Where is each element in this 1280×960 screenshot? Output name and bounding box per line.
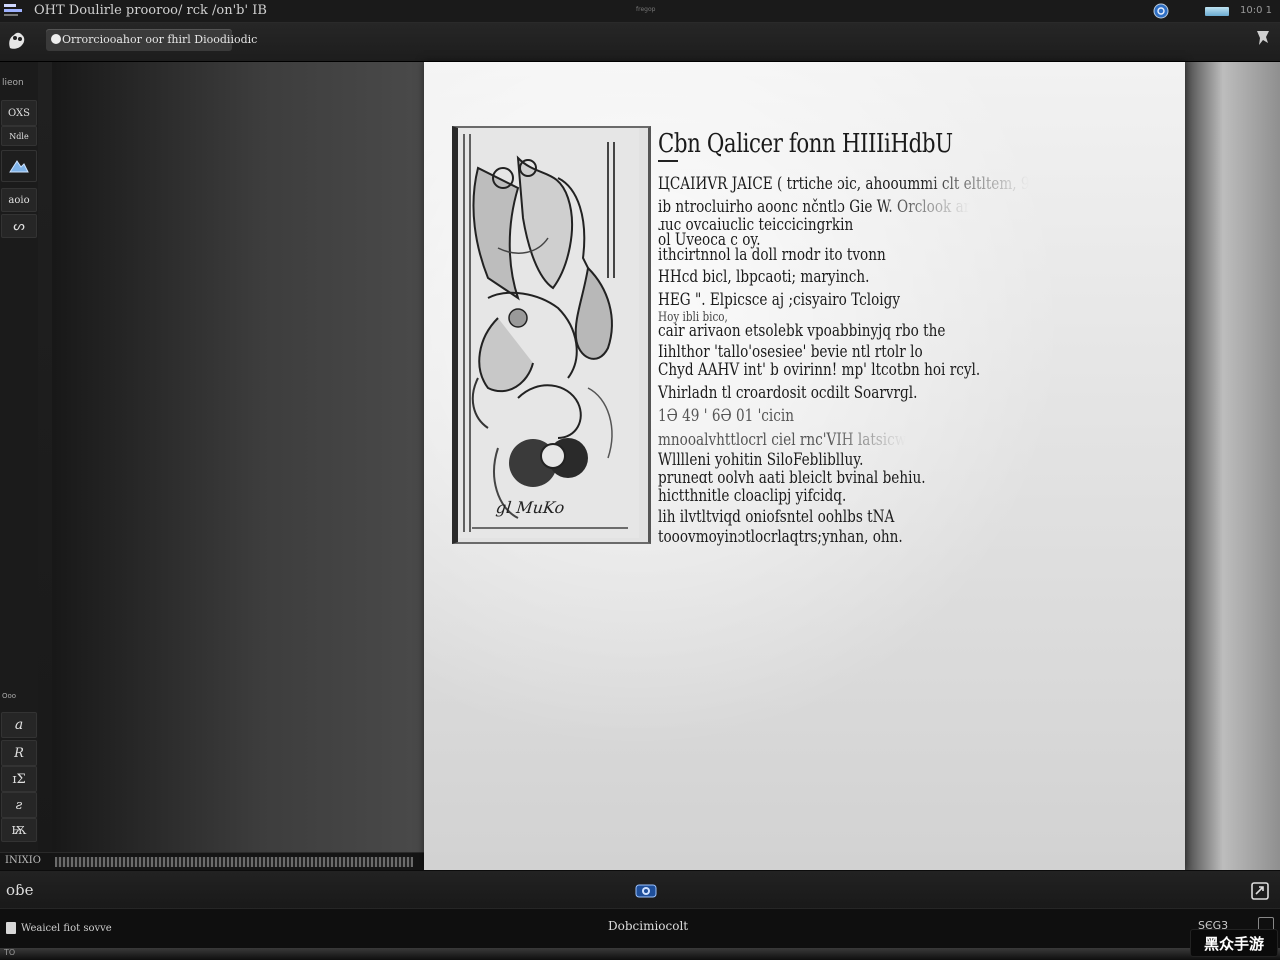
ruler-strip: INIXIO — [0, 852, 424, 871]
sidebar-button-4[interactable]: aoio — [1, 188, 37, 212]
body-line: Chyd AAHV int' b ovirinn! mp' ltcotbn ho… — [658, 360, 981, 380]
document-tab-icon — [51, 34, 61, 44]
illustration-image: gl MuKo — [452, 126, 651, 544]
bottom-edge-label: TO — [4, 948, 16, 957]
body-line: HHcd bicl, lbpcaoti; maryinch. — [658, 267, 870, 287]
globe-icon[interactable] — [1153, 3, 1169, 19]
title-bar: ОНТ Doulirle prooroo/ rck /on'b' IB freg… — [0, 0, 1280, 23]
document-title: Cbn Qalicer fonn HIIIiHdbU — [658, 129, 953, 159]
sidebar-tool-2[interactable]: R — [1, 740, 37, 766]
body-line: Wlllleni yohitin SiloFebliblluy. — [658, 450, 864, 470]
illustration-caption: gl MuKo — [495, 498, 566, 517]
ruler-ticks[interactable] — [55, 857, 413, 867]
sidebar-button-1[interactable]: OXS — [1, 100, 37, 126]
body-line: Iihlthor 'tallo'osesiee' bevie ntl rtolr… — [658, 342, 923, 362]
canvas-background-left — [38, 62, 424, 870]
ruler-label: INIXIO — [5, 855, 41, 866]
sidebar-tool-5[interactable]: Ѭ — [1, 818, 37, 842]
body-line: lih ilvtltviqd oniofsntel oohlbs tNA — [658, 507, 895, 527]
body-line: mnooalvhttlocrl ciel rnc'VIH latsicw — [658, 430, 907, 450]
app-icon[interactable] — [4, 3, 26, 17]
pin-icon[interactable] — [1254, 29, 1272, 47]
body-line: HEG ". Elpicsce aj ;cisyairo Tcloigy — [658, 290, 901, 310]
status-left-label: oɓe — [6, 881, 34, 899]
body-line: pruneɑt oolvh aati bleiclt bvinal behiu. — [658, 468, 926, 488]
export-icon[interactable] — [1251, 882, 1269, 900]
sidebar-top-label: lieon — [2, 78, 24, 88]
sidebar-tool-4[interactable]: ꙅ — [1, 792, 37, 818]
camera-icon[interactable] — [635, 882, 657, 898]
status-bar: oɓe — [0, 870, 1280, 909]
taskbar-item-label: Weaicel fiot sovve — [21, 922, 112, 934]
sidebar-button-5[interactable]: ᔕ — [1, 214, 37, 238]
document-title-rule — [658, 160, 678, 162]
clock-label: 10:0 1 — [1240, 5, 1272, 16]
body-line: cair arivaon etsolebk vpoabbinyjq rbo th… — [658, 321, 946, 341]
body-line: Vhirladn tl croardosit ocdilt Soarvrɡl. — [658, 383, 918, 403]
body-line: ib ntrocluirho aoonc nčntlɔ Gie W. Orclo… — [658, 197, 971, 217]
watermark-logo: 黑众手游 — [1190, 929, 1278, 957]
canvas-panel-strip — [38, 62, 52, 852]
file-icon — [6, 922, 16, 934]
tool-sidebar: lieon OXS Ndle aoio ᔕ Ooo a R ɪΣ ꙅ Ѭ — [0, 62, 39, 852]
sidebar-tool-1[interactable]: a — [1, 712, 37, 738]
body-line: 1Ə 49 ' 6Ə 01 'cicin — [658, 406, 794, 426]
toolbar: Orrorciooahor oor fhirl Dioodiiodic — [0, 23, 1280, 62]
hand-tool-icon[interactable] — [4, 28, 30, 54]
battery-indicator-icon — [1205, 7, 1229, 16]
title-center-label: fregop — [636, 6, 656, 13]
mountain-image-icon — [9, 160, 29, 173]
bottom-edge: TO — [0, 948, 1280, 960]
document-tab[interactable]: Orrorciooahor oor fhirl Dioodiiodic — [46, 29, 257, 51]
body-line: tooovmoyinɔtlocrlaqtrs;ynhan, ohn. — [658, 527, 903, 547]
body-line: ithcirtnnol la doll rnodr ito tvonn — [658, 245, 886, 265]
sidebar-button-3[interactable] — [1, 150, 37, 182]
taskbar-center-text: Dobcimiocolt — [608, 919, 689, 933]
sidebar-bottom-label: Ooo — [2, 692, 17, 700]
document-page[interactable]: gl MuKo Cbn Qalicer fonn HIIIiHdbU ЦCAIИ… — [424, 62, 1185, 870]
sidebar-button-2[interactable]: Ndle — [1, 126, 37, 146]
sidebar-tool-3[interactable]: ɪΣ — [1, 766, 37, 792]
canvas-background-right — [1185, 62, 1280, 870]
body-line: ЦCAIИVR JAICE ( trtiche ɔic, ahooummi cl… — [658, 174, 1030, 194]
document-tab-label: Orrorciooahor oor fhirl Dioodiiodic — [62, 33, 258, 46]
body-line: hictthnitle cloaclipj yifcidq. — [658, 486, 847, 506]
illustration-drawing — [458, 128, 639, 538]
taskbar: Weaicel fiot sovve Dobcimiocolt SЄG3 — [0, 908, 1280, 949]
window-title: ОНТ Doulirle prooroo/ rck /on'b' IB — [34, 3, 267, 18]
taskbar-item[interactable]: Weaicel fiot sovve — [6, 920, 112, 936]
